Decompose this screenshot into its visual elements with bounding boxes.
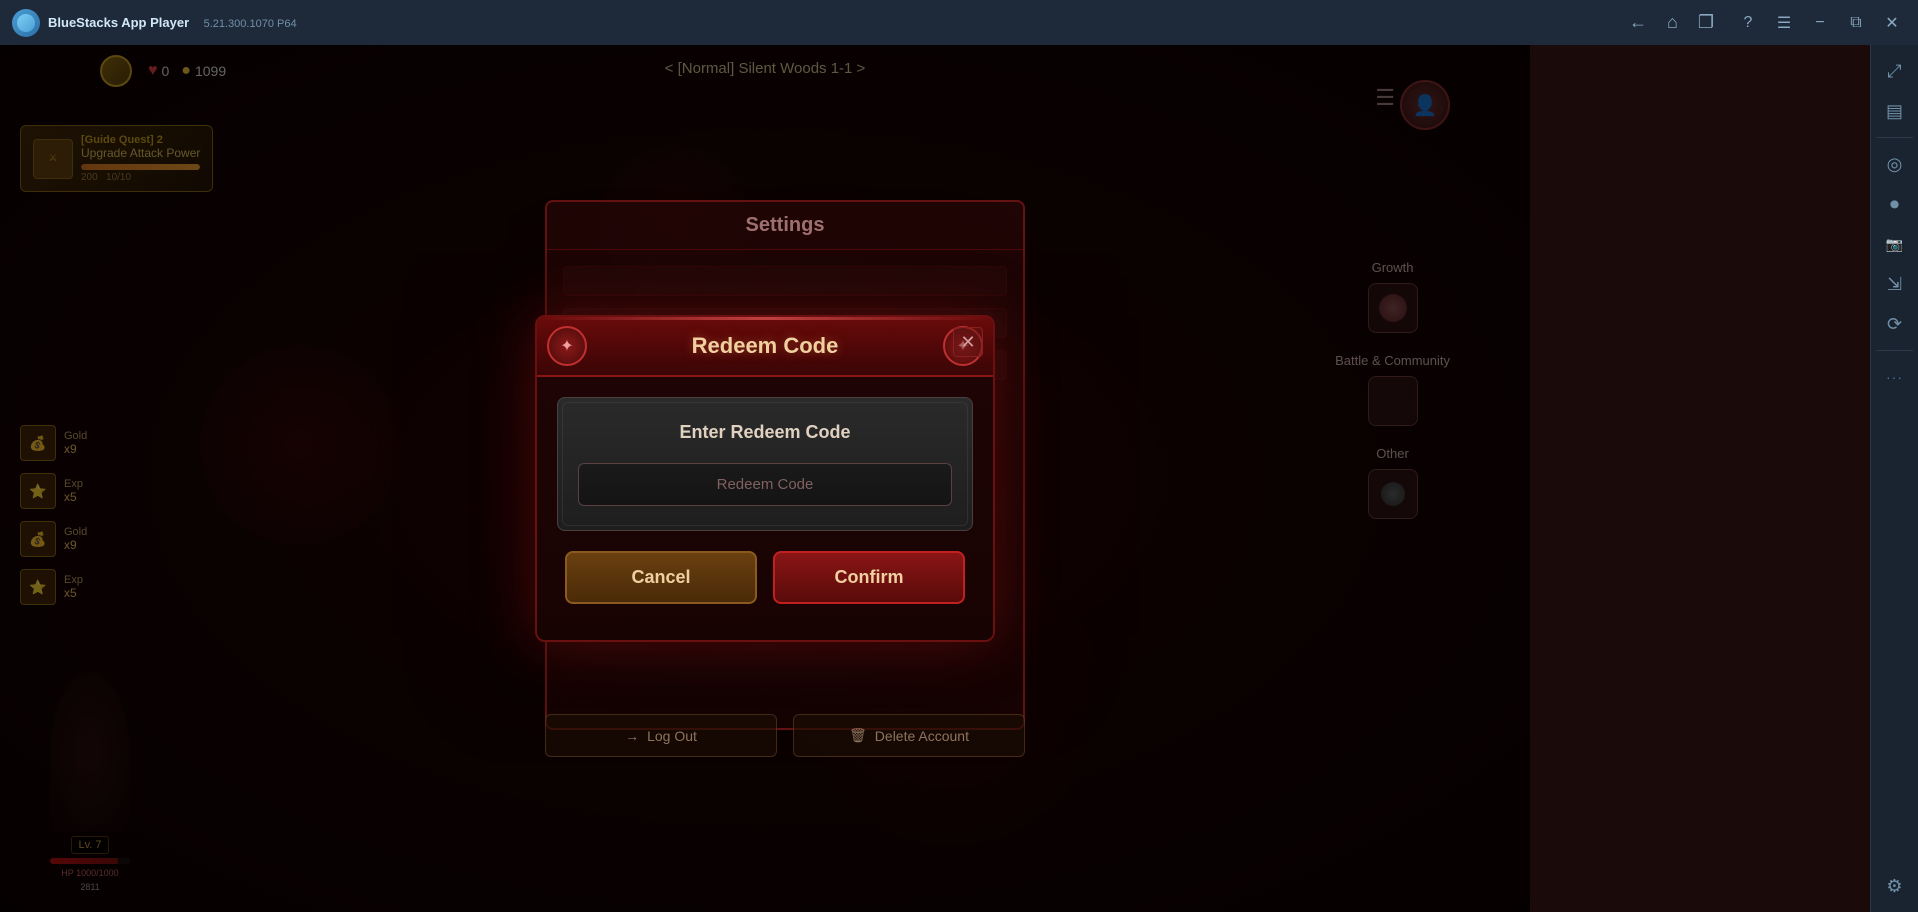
sidebar-record-button[interactable]: ⏺ [1877, 186, 1913, 222]
back-button[interactable]: ← [1629, 12, 1647, 33]
close-button[interactable]: ✕ [1878, 9, 1906, 37]
restore-button[interactable]: ⧉ [1842, 9, 1870, 37]
sidebar-layout-button[interactable]: ▤ [1877, 93, 1913, 129]
redeem-code-input[interactable] [578, 463, 952, 506]
logo-inner [17, 14, 35, 32]
sidebar-settings-button[interactable]: ⚙ [1877, 868, 1913, 904]
sidebar-camera-button[interactable]: ◎ [1877, 146, 1913, 182]
expand-arrows-icon: ⤢ [1887, 61, 1901, 82]
version-label: 5.21.300.1070 P64 [204, 18, 297, 30]
sidebar-resize-button[interactable]: ⇲ [1877, 266, 1913, 302]
app-name-label: BlueStacks App Player [48, 15, 189, 30]
record-icon: ⏺ [1890, 194, 1899, 215]
sidebar-sync-button[interactable]: ⟳ [1877, 306, 1913, 342]
redeem-header: ✦ Redeem Code ✦ ✕ [537, 317, 993, 377]
sidebar-more-button[interactable]: ··· [1877, 359, 1913, 395]
header-ornament-left: ✦ [547, 326, 587, 366]
bluestacks-sidebar: ⤢ ▤ ◎ ⏺ 📷 ⇲ ⟳ ··· ⚙ [1870, 45, 1918, 912]
sidebar-expand-button[interactable]: ⤢ [1877, 53, 1913, 89]
help-button[interactable]: ? [1734, 9, 1762, 37]
sidebar-screenshot-button[interactable]: 📷 [1877, 226, 1913, 262]
sidebar-divider-2 [1876, 350, 1914, 351]
minimize-button[interactable]: − [1806, 9, 1834, 37]
redeem-action-buttons: Cancel Confirm [557, 551, 973, 620]
titlebar-nav: ← ⌂ ❐ [1629, 12, 1714, 33]
redeem-code-box: Enter Redeem Code [557, 397, 973, 531]
redeem-close-button[interactable]: ✕ [953, 327, 983, 357]
redeem-overlay: ✦ Redeem Code ✦ ✕ Enter Redeem Code Canc… [0, 45, 1530, 912]
titlebar-controls: ? ☰ − ⧉ ✕ [1734, 9, 1906, 37]
redeem-code-label: Enter Redeem Code [578, 422, 952, 443]
confirm-button[interactable]: Confirm [773, 551, 965, 604]
home-button[interactable]: ⌂ [1667, 12, 1678, 33]
cancel-button[interactable]: Cancel [565, 551, 757, 604]
redeem-dialog: ✦ Redeem Code ✦ ✕ Enter Redeem Code Canc… [535, 315, 995, 642]
redeem-close-icon: ✕ [960, 332, 975, 353]
titlebar: BlueStacks App Player 5.21.300.1070 P64 … [0, 0, 1918, 45]
settings-gear-icon: ⚙ [1886, 876, 1902, 897]
screenshot-icon: 📷 [1886, 236, 1903, 253]
copy-button[interactable]: ❐ [1698, 12, 1714, 33]
app-logo [12, 9, 40, 37]
camera-icon: ◎ [1887, 154, 1903, 175]
redeem-body: Enter Redeem Code Cancel Confirm [537, 377, 993, 640]
app-title: BlueStacks App Player 5.21.300.1070 P64 [48, 15, 1629, 30]
sync-icon: ⟳ [1887, 314, 1902, 335]
menu-button[interactable]: ☰ [1770, 9, 1798, 37]
more-dots-icon: ··· [1886, 369, 1903, 385]
redeem-title: Redeem Code [557, 333, 973, 359]
sidebar-layout-icon: ▤ [1886, 101, 1903, 122]
resize-icon: ⇲ [1887, 274, 1902, 295]
sidebar-divider-1 [1876, 137, 1914, 138]
